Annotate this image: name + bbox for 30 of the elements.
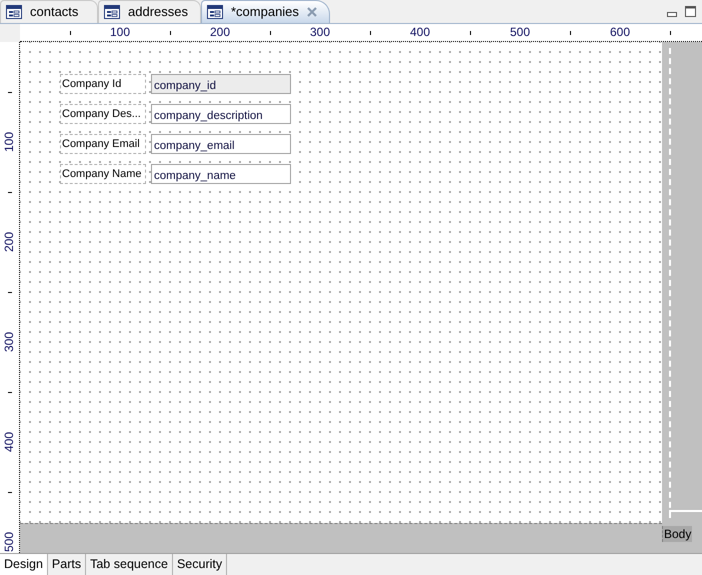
view-tab[interactable]: Design [0,554,48,575]
band-label[interactable]: Body [662,526,692,542]
form-icon [206,5,223,19]
form-icon [6,5,22,19]
form-icon [104,5,120,19]
minimize-icon[interactable] [667,12,677,17]
editor-tab[interactable]: *companies [200,0,330,23]
ruler-label: 100 [110,25,130,39]
ruler-label: 300 [310,25,330,39]
field-label[interactable]: Company Email [60,134,146,154]
close-icon[interactable] [306,7,317,17]
ruler-label: 400 [2,430,16,454]
text-field[interactable]: company_description [151,104,291,124]
ruler-label: 100 [2,130,16,154]
field-label[interactable]: Company Des... [60,104,146,124]
text-field[interactable]: company_email [151,134,291,154]
ruler-label: 500 [2,530,16,554]
editor-tab[interactable]: addresses [98,0,201,23]
maximize-icon[interactable] [685,6,696,17]
ruler-label: 200 [2,230,16,254]
field-label[interactable]: Company Name [60,164,146,184]
ruler-label: 300 [2,330,16,354]
text-field[interactable]: company_id [151,74,291,94]
ruler-label: 200 [210,25,230,39]
ruler-label: 400 [410,25,430,39]
editor-tab[interactable]: contacts [0,0,98,23]
ruler-label: 500 [510,25,530,39]
ruler-label: 600 [610,25,630,39]
text-field[interactable]: company_name [151,164,291,184]
field-label[interactable]: Company Id [60,74,146,94]
